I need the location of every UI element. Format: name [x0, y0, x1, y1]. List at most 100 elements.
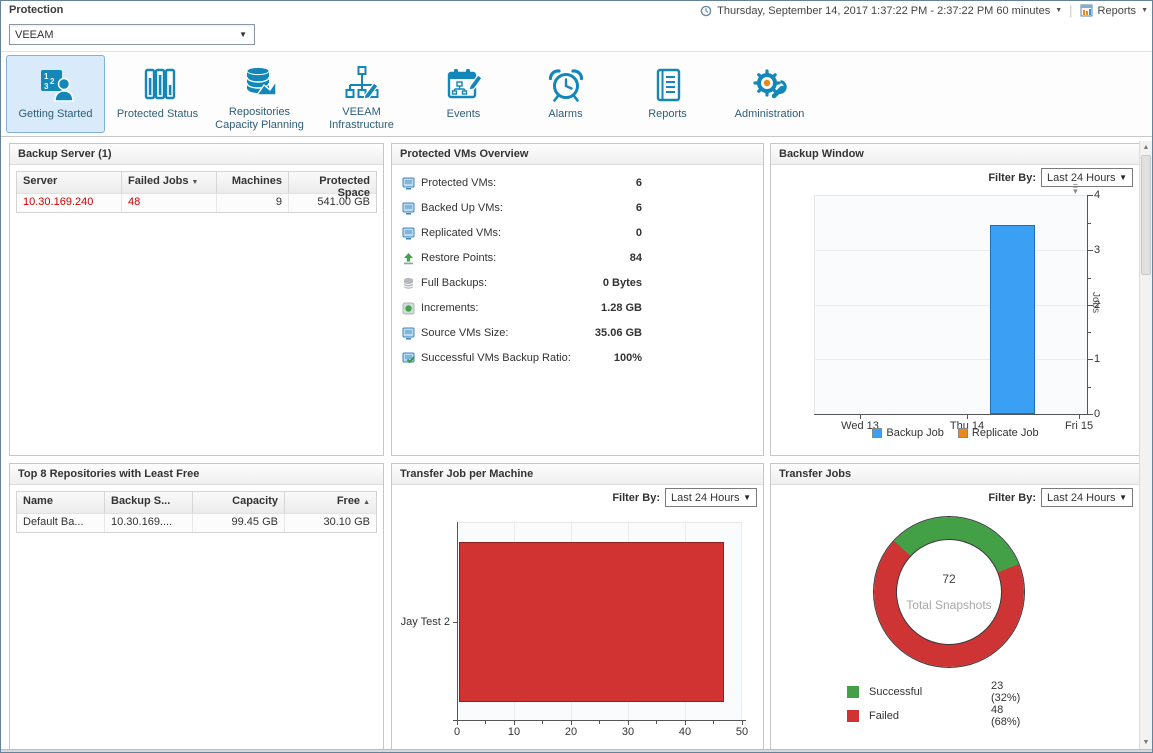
tab-label: Administration [735, 108, 805, 121]
panel-protected-vms-overview: Protected VMs Overview Protected VMs:6 B… [391, 143, 764, 456]
reports-mini-icon [1080, 4, 1093, 17]
panel-title: Transfer Job per Machine [392, 464, 763, 485]
cell-server[interactable]: 10.30.169.240 [17, 194, 122, 212]
col-name[interactable]: Name [17, 492, 105, 513]
stat-full-backups: Full Backups:0 Bytes [402, 275, 763, 291]
tab-protected-status[interactable]: Protected Status [108, 55, 207, 133]
stat-replicated-vms: Replicated VMs:0 [402, 225, 763, 241]
legend-backup-job: Backup Job [872, 427, 943, 439]
legend-successful: Successful 23 (32%) [847, 686, 922, 698]
chevron-down-icon[interactable]: ▼ [1055, 7, 1062, 14]
svg-text:2: 2 [50, 77, 55, 86]
panel-title: Backup Window [771, 144, 1140, 165]
tab-label: Getting Started [19, 108, 93, 121]
vm-icon [402, 327, 415, 340]
tab-label: Reports [648, 108, 687, 121]
category-label: Jay Test 2 [392, 616, 450, 628]
chevron-down-icon: ▼ [743, 493, 751, 502]
legend-failed: Failed 48 (68%) [847, 710, 899, 722]
chart-legend: Backup Job Replicate Job [771, 427, 1140, 439]
vm-check-icon [402, 352, 415, 365]
col-protected-space[interactable]: Protected Space [289, 172, 376, 193]
tab-label: Alarms [548, 108, 582, 121]
chevron-down-icon[interactable]: ▼ [1141, 7, 1148, 14]
y-axis [457, 522, 458, 721]
filter-by-label: Filter By: [988, 492, 1036, 504]
scroll-down-icon[interactable]: ▼ [1140, 739, 1152, 746]
sort-desc-icon: ▼ [192, 179, 199, 186]
legend-swatch [958, 428, 968, 438]
x-tick-label: 40 [670, 726, 700, 738]
scope-dropdown-value: VEEAM [15, 29, 54, 41]
vm-icon [402, 227, 415, 240]
failed-transfer-bar[interactable] [459, 542, 724, 702]
scroll-up-icon[interactable]: ▲ [1140, 144, 1152, 151]
panel-backup-window: Backup Window Filter By: Last 24 Hours ▼… [770, 143, 1141, 456]
tab-veeam-infrastructure[interactable]: VEEAM Infrastructure [312, 55, 411, 133]
x-tick-label: 20 [556, 726, 586, 738]
chevron-down-icon: ▼ [239, 30, 247, 39]
tab-events[interactable]: Events [414, 55, 513, 133]
gridline [814, 305, 1087, 306]
main-toolbar: 1 2 3 Getting Started Protected Status [1, 51, 1152, 137]
reports-icon [648, 62, 688, 108]
cell-name: Default Ba... [17, 514, 105, 532]
svg-text:3: 3 [44, 82, 49, 91]
vertical-scrollbar[interactable]: ▲ ▼ [1139, 141, 1152, 749]
getting-started-icon: 1 2 3 [36, 62, 76, 108]
col-backup-server[interactable]: Backup S... [105, 492, 193, 513]
chevron-down-icon: ▼ [1119, 493, 1127, 502]
total-snapshots-value: 72 [942, 572, 955, 586]
transfer-machine-filter-dropdown[interactable]: Last 24 Hours ▼ [665, 488, 757, 507]
tab-alarms[interactable]: Alarms [516, 55, 615, 133]
panel-transfer-jobs: Transfer Jobs Filter By: Last 24 Hours ▼… [770, 463, 1141, 751]
events-icon [444, 62, 484, 108]
cell-capacity: 99.45 GB [193, 514, 285, 532]
legend-swatch [872, 428, 882, 438]
tab-getting-started[interactable]: 1 2 3 Getting Started [6, 55, 105, 133]
legend-swatch [847, 710, 859, 722]
col-free[interactable]: Free▲ [285, 492, 376, 513]
cell-machines: 9 [217, 194, 289, 212]
backup-job-bar[interactable] [990, 225, 1035, 414]
repositories-table: Name Backup S... Capacity Free▲ Default … [16, 491, 377, 533]
stat-successful-backup-ratio: Successful VMs Backup Ratio:100% [402, 350, 763, 366]
panel-transfer-job-per-machine: Transfer Job per Machine Filter By: Last… [391, 463, 764, 751]
tab-reports[interactable]: Reports [618, 55, 717, 133]
reports-menu-button[interactable]: Reports [1098, 5, 1137, 17]
backup-window-filter-dropdown[interactable]: Last 24 Hours ▼ [1041, 168, 1133, 187]
transfer-jobs-filter-dropdown[interactable]: Last 24 Hours ▼ [1041, 488, 1133, 507]
stat-protected-vms: Protected VMs:6 [402, 175, 763, 191]
y-tick-label: 0 [1094, 408, 1114, 420]
window-bottom-edge [1, 749, 1152, 752]
table-row[interactable]: 10.30.169.240 48 9 541.00 GB [17, 193, 376, 212]
panel-title: Top 8 Repositories with Least Free [10, 464, 383, 485]
panel-backup-server: Backup Server (1) Server Failed Jobs▼ Ma… [9, 143, 384, 456]
sort-asc-icon: ▲ [363, 499, 370, 506]
panel-top-repositories: Top 8 Repositories with Least Free Name … [9, 463, 384, 751]
col-capacity[interactable]: Capacity [193, 492, 285, 513]
x-tick-label: 0 [442, 726, 472, 738]
tab-label: Protected Status [117, 108, 198, 121]
administration-icon [750, 62, 790, 108]
repositories-capacity-icon [240, 62, 280, 106]
col-server[interactable]: Server [17, 172, 122, 193]
scope-dropdown[interactable]: VEEAM ▼ [9, 24, 255, 45]
total-snapshots-label: Total Snapshots [906, 598, 991, 612]
scrollbar-thumb[interactable] [1141, 155, 1151, 275]
panel-title: Transfer Jobs [771, 464, 1140, 485]
table-row[interactable]: Default Ba... 10.30.169.... 99.45 GB 30.… [17, 513, 376, 532]
chevron-down-icon: ▼ [1119, 173, 1127, 182]
x-tick-label: 30 [613, 726, 643, 738]
col-failed-jobs[interactable]: Failed Jobs▼ [122, 172, 217, 193]
y-axis-title: Jobs [1090, 292, 1101, 313]
time-range-label[interactable]: Thursday, September 14, 2017 1:37:22 PM … [717, 5, 1050, 17]
col-machines[interactable]: Machines [217, 172, 289, 193]
snapshots-donut-chart[interactable]: 72 Total Snapshots [874, 517, 1024, 667]
filter-by-label: Filter By: [612, 492, 660, 504]
vm-icon [402, 177, 415, 190]
tab-administration[interactable]: Administration [720, 55, 819, 133]
stat-increments: Increments:1.28 GB [402, 300, 763, 316]
chart-menu-icon[interactable]: ≡▾ [1073, 184, 1078, 194]
tab-repositories-capacity-planning[interactable]: Repositories Capacity Planning [210, 55, 309, 133]
